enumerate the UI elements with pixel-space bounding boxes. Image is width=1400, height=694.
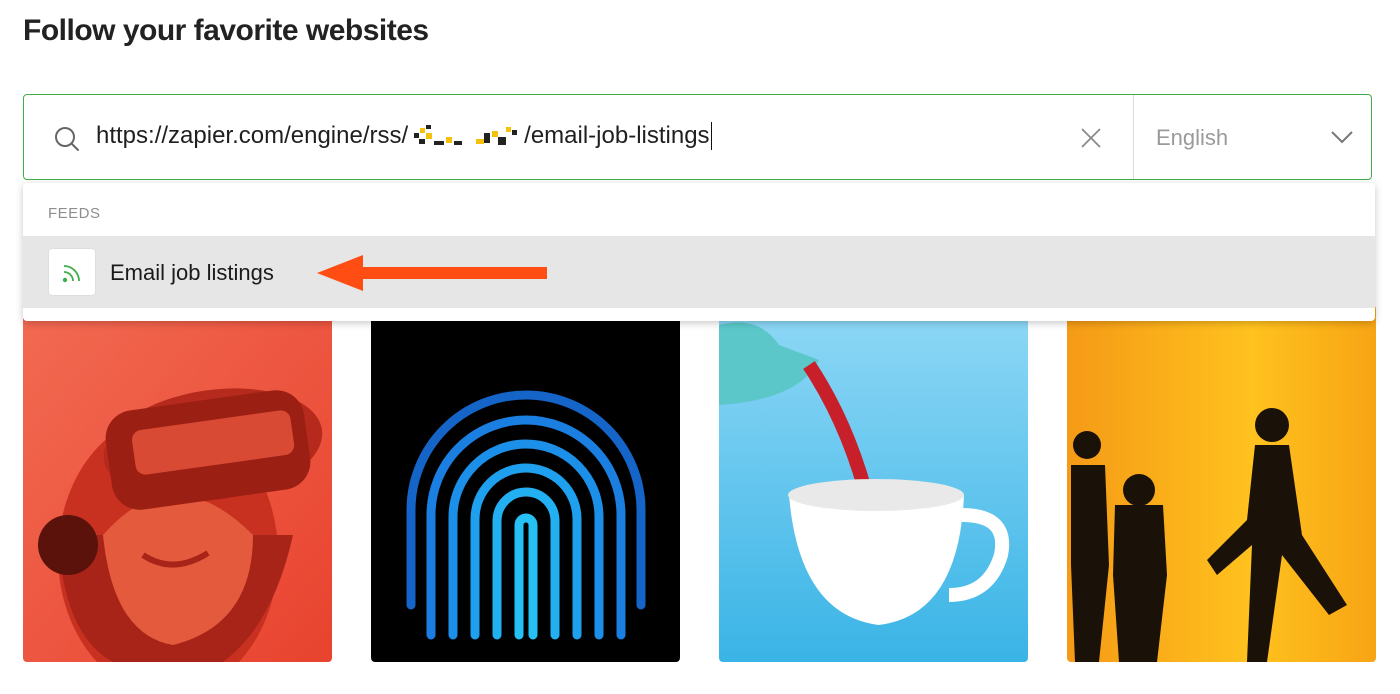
feed-icon-tile [48, 248, 96, 296]
search-input[interactable]: https://zapier.com/engine/rss/ /email-jo [96, 122, 713, 150]
annotation-arrow-icon [317, 255, 547, 291]
autocomplete-dropdown: FEEDS Email job listings [23, 183, 1375, 321]
language-select[interactable]: English [1134, 95, 1371, 179]
card-image-silhouettes[interactable] [1067, 305, 1376, 662]
close-icon[interactable] [1080, 127, 1102, 149]
page: Follow your favorite websites https://za… [0, 0, 1400, 694]
redacted-segment-2 [476, 125, 522, 147]
card-image-vr[interactable] [23, 305, 332, 662]
redacted-segment-1 [410, 125, 464, 147]
fingerprint-photo [371, 305, 680, 662]
section-label-feeds: FEEDS [48, 205, 101, 222]
feed-option-email-job-listings[interactable]: Email job listings [23, 236, 1375, 308]
rss-icon [62, 265, 80, 283]
url-prefix: https://zapier.com/engine/rss/ [96, 122, 409, 149]
card-image-fingerprint[interactable] [371, 305, 680, 662]
search-icon [55, 127, 79, 151]
chevron-down-icon [1331, 131, 1353, 144]
text-caret [710, 122, 713, 150]
teapot-cup-photo [719, 305, 1028, 662]
url-suffix: /email-job-listings [524, 122, 710, 149]
page-title: Follow your favorite websites [23, 14, 429, 47]
search-bar[interactable]: https://zapier.com/engine/rss/ /email-jo [23, 94, 1372, 180]
card-image-teacup[interactable] [719, 305, 1028, 662]
feed-option-label: Email job listings [110, 260, 274, 285]
language-value: English [1156, 125, 1229, 150]
vr-headset-photo [23, 305, 332, 662]
walking-silhouettes-photo [1067, 305, 1376, 662]
